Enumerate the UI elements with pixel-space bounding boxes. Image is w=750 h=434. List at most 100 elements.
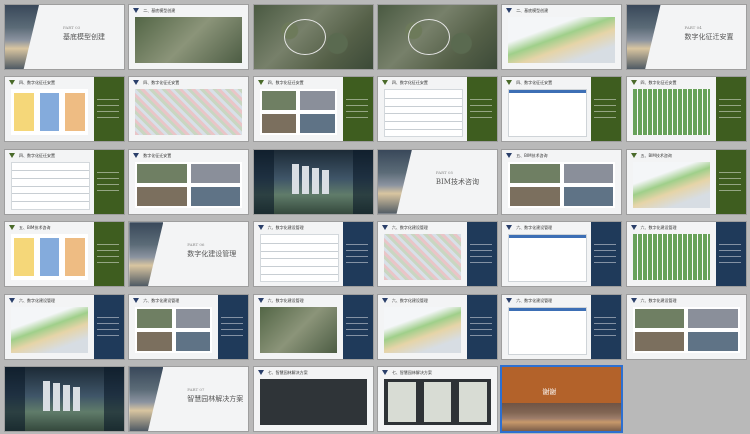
panel-text-line [345, 322, 368, 324]
slide-thumbnail[interactable] [5, 367, 124, 431]
panel-text-line [97, 177, 119, 179]
photo-thumb [634, 308, 684, 328]
phone-screen [459, 382, 487, 422]
panel-text-line [594, 111, 617, 113]
slide-thumbnail[interactable]: 六、数字化建设管理 [377, 294, 497, 359]
panel-text-line [594, 117, 617, 119]
panel-text-line [469, 244, 492, 246]
slide-thumbnail[interactable]: 五、BIM技术咨询 [502, 149, 622, 214]
slide-title: 七、智慧园林解决方案 [391, 370, 432, 375]
table-row [260, 242, 338, 244]
slide-thumbnail[interactable]: PART 03 基底模型创建 [5, 5, 124, 69]
slide-thumbnail[interactable]: 四、数字化征迁安置 [626, 77, 746, 142]
diagram-block [14, 238, 34, 277]
slide-thumbnail[interactable]: 四、数字化征迁安置 [377, 77, 497, 142]
slide-title: 四、数字化征迁安置 [19, 80, 55, 86]
diagram-block [39, 238, 60, 277]
slide-thumbnail[interactable]: 谢谢 [502, 367, 622, 431]
slide-thumbnail[interactable]: 六、数字化建设管理 [253, 222, 373, 287]
slide-thumbnail[interactable]: PART 06 数字化建设管理 [129, 222, 249, 287]
panel-text-line [97, 244, 119, 246]
table-row [12, 201, 89, 203]
building [53, 383, 60, 411]
diagram-block [65, 93, 85, 132]
slide-title: 六、数字化建设管理 [19, 297, 55, 303]
slide-picture [508, 306, 588, 355]
slide-thumbnail[interactable]: 四、数字化征迁安置 [5, 149, 124, 214]
panel-text-line [345, 105, 368, 107]
slide-picture [135, 17, 243, 63]
slide-thumbnail[interactable]: PART 05 BIM技术咨询 [377, 149, 497, 214]
slide-title: 四、数字化征迁安置 [19, 152, 55, 158]
table-row [260, 273, 338, 275]
section-number: PART 04 [684, 25, 702, 30]
slide-picture [383, 379, 491, 425]
title-marker [257, 225, 264, 231]
slide-thumbnail[interactable]: 四、数字化征迁安置 [253, 77, 373, 142]
side-info-panel [591, 222, 622, 287]
cover-image [5, 5, 39, 69]
building [291, 163, 299, 194]
panel-text-line [221, 322, 244, 324]
panel-text-line [97, 250, 119, 252]
slide-thumbnail[interactable]: 五、BIM技术咨询 [626, 149, 746, 214]
slide-picture [135, 161, 243, 208]
section-title: 基底模型创建 [63, 33, 105, 41]
slide-thumbnail[interactable]: 六、数字化建设管理 [626, 222, 746, 287]
slide-title: 六、数字化建设管理 [391, 225, 428, 231]
slide-thumbnail[interactable] [253, 5, 373, 69]
slide-thumbnail[interactable]: 七、智慧园林解决方案 [253, 367, 373, 431]
phone-screen [387, 382, 416, 422]
panel-text-line [345, 262, 368, 264]
window-titlebar [509, 90, 587, 94]
photo-thumb [175, 308, 211, 328]
slide-thumbnail[interactable] [377, 5, 497, 69]
slide-thumbnail[interactable]: 六、数字化建设管理 [502, 222, 622, 287]
side-info-panel [94, 149, 124, 214]
panel-text-line [97, 334, 119, 336]
slide-picture [508, 89, 588, 138]
end-title: 谢谢 [542, 388, 557, 396]
title-marker [381, 225, 388, 231]
slide-thumbnail[interactable]: 六、数字化建设管理 [626, 294, 746, 359]
slide-thumbnail[interactable]: 五、BIM技术咨询 [5, 222, 124, 287]
panel-text-line [718, 105, 741, 107]
panel-text-line [594, 256, 617, 258]
slide-thumbnail[interactable]: PART 04 数字化征迁安置 [626, 5, 746, 69]
slide-thumbnail[interactable]: PART 07 智慧园林解决方案 [129, 367, 249, 431]
panel-text-line [594, 99, 617, 101]
slide-thumbnail[interactable]: 六、数字化建设管理 [377, 222, 497, 287]
slide-thumbnail[interactable]: 七、智慧园林解决方案 [377, 367, 497, 431]
slide-thumbnail[interactable]: 六、数字化建设管理 [502, 294, 622, 359]
slide-thumbnail[interactable]: 六、数字化建设管理 [253, 294, 373, 359]
slide-sorter-grid: PART 03 基底模型创建 二、基底模型创建 二、基底模型创建 PART 04 数字化征… [0, 0, 750, 434]
panel-text-line [345, 117, 368, 119]
title-marker [133, 152, 140, 158]
side-info-panel [591, 294, 622, 359]
slide-thumbnail[interactable]: 四、数字化征迁安置 [502, 77, 622, 142]
photo-thumb [510, 163, 560, 183]
photo-thumb [688, 308, 738, 328]
panel-text-line [594, 322, 617, 324]
slide-picture [11, 161, 90, 210]
table-row [384, 105, 462, 107]
map-overlay [407, 19, 450, 55]
title-marker [9, 225, 15, 231]
slide-thumbnail[interactable]: 四、数字化征迁安置 [129, 77, 249, 142]
panel-text-line [718, 183, 741, 185]
slide-thumbnail[interactable] [253, 149, 373, 214]
slide-thumbnail[interactable]: 六、数字化建设管理 [5, 294, 124, 359]
photo-thumb [137, 163, 187, 183]
panel-text-line [345, 250, 368, 252]
side-info-panel [466, 222, 497, 287]
slide-thumbnail[interactable]: 四、数字化征迁安置 [5, 77, 124, 142]
title-marker [9, 297, 15, 303]
photo-thumb [137, 331, 172, 351]
title-marker [630, 80, 637, 86]
slide-thumbnail[interactable]: 六、数字化建设管理 [129, 294, 249, 359]
slide-thumbnail[interactable]: 二、基底模型创建 [502, 5, 622, 69]
side-panel [352, 149, 373, 214]
slide-thumbnail[interactable]: 数字化征迁安置 [129, 149, 249, 214]
slide-thumbnail[interactable]: 二、基底模型创建 [129, 5, 249, 69]
side-info-panel [715, 149, 746, 214]
